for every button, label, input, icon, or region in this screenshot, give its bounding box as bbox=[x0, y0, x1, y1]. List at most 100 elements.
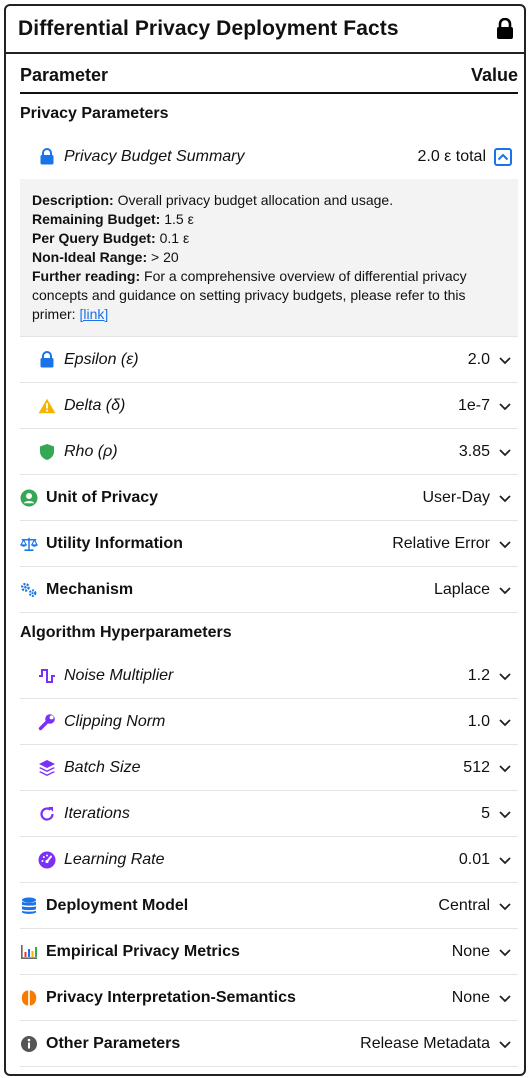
chevron-down-icon[interactable] bbox=[498, 991, 512, 1005]
privacy-budget-summary-value: 2.0 ε total bbox=[417, 147, 486, 165]
batch-size-label: Batch Size bbox=[64, 758, 141, 776]
empirical-privacy-metrics-label: Empirical Privacy Metrics bbox=[46, 942, 240, 960]
facts-card: Differential Privacy Deployment Facts Pa… bbox=[4, 4, 526, 1076]
chevron-down-icon[interactable] bbox=[498, 1037, 512, 1051]
gauge-icon bbox=[38, 851, 56, 869]
chevron-down-icon[interactable] bbox=[498, 899, 512, 913]
column-parameter: Parameter bbox=[20, 65, 109, 85]
title-bar: Differential Privacy Deployment Facts bbox=[6, 6, 524, 54]
unit-of-privacy-label: Unit of Privacy bbox=[46, 488, 159, 506]
row-batch-size[interactable]: Batch Size 512 bbox=[20, 745, 518, 791]
row-deployment-model[interactable]: Deployment Model Central bbox=[20, 883, 518, 929]
chevron-down-icon[interactable] bbox=[498, 583, 512, 597]
epsilon-label: Epsilon (ε) bbox=[64, 350, 139, 368]
balance-scale-icon bbox=[20, 535, 38, 553]
learning-rate-value: 0.01 bbox=[458, 850, 490, 868]
layers-icon bbox=[38, 759, 56, 777]
rho-label: Rho (ρ) bbox=[64, 442, 118, 460]
warning-icon bbox=[38, 397, 56, 415]
row-utility-information[interactable]: Utility Information Relative Error bbox=[20, 521, 518, 567]
unit-of-privacy-value: User-Day bbox=[422, 488, 490, 506]
epsilon-value: 2.0 bbox=[467, 350, 490, 368]
primer-link[interactable]: [link] bbox=[79, 306, 108, 322]
per-query-value: 0.1 ε bbox=[159, 230, 190, 246]
row-mechanism[interactable]: Mechanism Laplace bbox=[20, 567, 518, 613]
empirical-privacy-metrics-value: None bbox=[451, 942, 490, 960]
row-privacy-budget-summary[interactable]: Privacy Budget Summary 2.0 ε total bbox=[20, 134, 518, 179]
lock-icon bbox=[38, 148, 56, 166]
section-privacy-parameters: Privacy Parameters bbox=[20, 105, 169, 122]
row-unit-of-privacy[interactable]: Unit of Privacy User-Day bbox=[20, 475, 518, 521]
column-value: Value bbox=[470, 65, 518, 85]
learning-rate-label: Learning Rate bbox=[64, 850, 165, 868]
chevron-down-icon[interactable] bbox=[498, 399, 512, 413]
clipping-norm-label: Clipping Norm bbox=[64, 712, 166, 730]
non-ideal-value: > 20 bbox=[151, 249, 179, 265]
wave-square-icon bbox=[38, 667, 56, 685]
noise-multiplier-value: 1.2 bbox=[467, 666, 490, 684]
noise-multiplier-label: Noise Multiplier bbox=[64, 666, 174, 684]
lock-icon bbox=[496, 17, 514, 40]
chevron-down-icon[interactable] bbox=[498, 537, 512, 551]
remaining-label: Remaining Budget: bbox=[32, 211, 161, 227]
row-noise-multiplier[interactable]: Noise Multiplier 1.2 bbox=[20, 653, 518, 699]
chevron-down-icon[interactable] bbox=[498, 807, 512, 821]
iterations-label: Iterations bbox=[64, 804, 130, 822]
mechanism-value: Laplace bbox=[433, 580, 490, 598]
row-clipping-norm[interactable]: Clipping Norm 1.0 bbox=[20, 699, 518, 745]
chevron-down-icon[interactable] bbox=[498, 445, 512, 459]
other-parameters-label: Other Parameters bbox=[46, 1034, 181, 1052]
row-iterations[interactable]: Iterations 5 bbox=[20, 791, 518, 837]
description-text: Overall privacy budget allocation and us… bbox=[117, 192, 394, 208]
bar-chart-icon bbox=[20, 943, 38, 961]
chevron-down-icon[interactable] bbox=[498, 353, 512, 367]
utility-information-label: Utility Information bbox=[46, 534, 183, 552]
info-icon bbox=[20, 1035, 38, 1053]
section-algorithm-hyperparameters: Algorithm Hyperparameters bbox=[20, 624, 232, 641]
chevron-up-icon[interactable] bbox=[494, 147, 512, 166]
lock-icon bbox=[38, 351, 56, 369]
deployment-model-value: Central bbox=[438, 896, 490, 914]
user-circle-icon bbox=[20, 489, 38, 507]
mechanism-label: Mechanism bbox=[46, 580, 134, 598]
clipping-norm-value: 1.0 bbox=[467, 712, 490, 730]
non-ideal-label: Non-Ideal Range: bbox=[32, 249, 148, 265]
row-learning-rate[interactable]: Learning Rate 0.01 bbox=[20, 837, 518, 883]
shield-icon bbox=[38, 443, 56, 461]
per-query-label: Per Query Budget: bbox=[32, 230, 156, 246]
privacy-interpretation-label: Privacy Interpretation-Semantics bbox=[46, 988, 296, 1006]
description-label: Description: bbox=[32, 192, 114, 208]
iterations-value: 5 bbox=[481, 804, 490, 822]
remaining-value: 1.5 ε bbox=[164, 211, 194, 227]
chevron-down-icon[interactable] bbox=[498, 945, 512, 959]
other-parameters-value: Release Metadata bbox=[360, 1034, 490, 1052]
chevron-down-icon[interactable] bbox=[498, 491, 512, 505]
row-empirical-privacy-metrics[interactable]: Empirical Privacy Metrics None bbox=[20, 929, 518, 975]
privacy-budget-summary-label: Privacy Budget Summary bbox=[64, 147, 245, 165]
row-delta[interactable]: Delta (δ) 1e-7 bbox=[20, 383, 518, 429]
chevron-down-icon[interactable] bbox=[498, 669, 512, 683]
row-rho[interactable]: Rho (ρ) 3.85 bbox=[20, 429, 518, 475]
budget-details-panel: Description: Overall privacy budget allo… bbox=[20, 179, 518, 337]
rho-value: 3.85 bbox=[458, 442, 490, 460]
row-other-parameters[interactable]: Other Parameters Release Metadata bbox=[20, 1021, 518, 1067]
further-reading-label: Further reading: bbox=[32, 268, 141, 284]
database-icon bbox=[20, 897, 38, 915]
chevron-down-icon[interactable] bbox=[498, 853, 512, 867]
chevron-down-icon[interactable] bbox=[498, 761, 512, 775]
utility-information-value: Relative Error bbox=[392, 534, 490, 552]
page-title: Differential Privacy Deployment Facts bbox=[18, 17, 399, 40]
gears-icon bbox=[20, 581, 38, 599]
redo-icon bbox=[38, 805, 56, 823]
delta-value: 1e-7 bbox=[457, 396, 490, 414]
deployment-model-label: Deployment Model bbox=[46, 896, 189, 914]
row-privacy-interpretation[interactable]: Privacy Interpretation-Semantics None bbox=[20, 975, 518, 1021]
privacy-interpretation-value: None bbox=[451, 988, 490, 1006]
wrench-icon bbox=[38, 713, 56, 731]
row-epsilon[interactable]: Epsilon (ε) 2.0 bbox=[20, 337, 518, 383]
delta-label: Delta (δ) bbox=[64, 396, 126, 414]
batch-size-value: 512 bbox=[463, 758, 490, 776]
column-headers: Parameter Value bbox=[20, 54, 518, 94]
brain-icon bbox=[20, 989, 38, 1007]
chevron-down-icon[interactable] bbox=[498, 715, 512, 729]
